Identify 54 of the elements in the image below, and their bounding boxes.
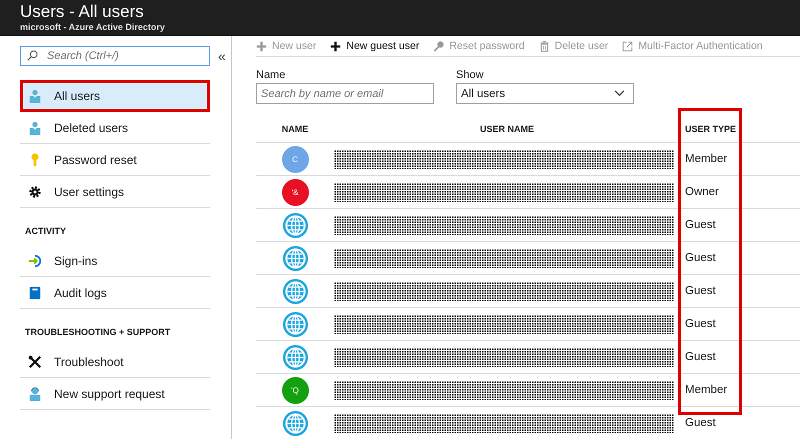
column-header[interactable]: USER TYPE bbox=[680, 124, 736, 134]
user-icon bbox=[28, 88, 42, 102]
name-filter-label: Name bbox=[256, 69, 286, 81]
user-icon bbox=[28, 120, 42, 134]
globe-icon bbox=[282, 244, 308, 272]
trash-icon bbox=[538, 40, 550, 52]
show-dropdown[interactable]: All users bbox=[456, 83, 634, 104]
user-type-cell-text: Guest bbox=[684, 219, 716, 231]
external-link-icon bbox=[622, 40, 634, 52]
avatar: C bbox=[282, 146, 308, 172]
user-type-cell-text: Guest bbox=[684, 417, 716, 429]
column-header[interactable]: NAME bbox=[256, 124, 334, 134]
name-search-field[interactable]: Search by name or email bbox=[256, 83, 434, 104]
book-icon bbox=[28, 286, 42, 300]
avatar: 'Q bbox=[282, 376, 308, 404]
sidebar-item[interactable]: Troubleshoot bbox=[20, 346, 210, 378]
avatar: '& bbox=[282, 178, 308, 206]
globe-icon bbox=[282, 310, 308, 338]
section-heading: ACTIVITY bbox=[25, 226, 68, 238]
sidebar-item[interactable]: Sign-ins bbox=[20, 245, 210, 277]
sidebar-item[interactable]: User settings bbox=[20, 176, 210, 208]
globe-icon bbox=[282, 278, 308, 304]
sidebar-item[interactable]: Audit logs bbox=[20, 277, 210, 309]
sidebar-item[interactable]: Deleted users bbox=[20, 112, 210, 144]
user-type-cell-text: Guest bbox=[684, 318, 716, 330]
window-subtitle: microsoft - Azure Active Directory bbox=[20, 22, 166, 32]
search-field[interactable]: Search (Ctrl+/) bbox=[20, 46, 210, 66]
chevron-down-icon bbox=[614, 90, 625, 97]
toolbar-button[interactable]: New guest user bbox=[330, 40, 420, 52]
user-type-cell-text: Guest bbox=[684, 252, 716, 264]
plus-icon bbox=[330, 40, 342, 52]
search-icon bbox=[27, 50, 38, 61]
user-type-cell-text: Owner bbox=[684, 186, 719, 198]
tools-icon bbox=[28, 354, 42, 368]
globe-icon bbox=[282, 212, 308, 238]
user-type-cell-text: Member bbox=[684, 384, 728, 396]
sidebar-item[interactable]: All users bbox=[20, 80, 210, 112]
gear-icon bbox=[28, 184, 42, 198]
sign-in-icon bbox=[28, 254, 42, 268]
sidebar-item[interactable]: New support request bbox=[20, 378, 210, 410]
show-filter-label: Show bbox=[456, 69, 485, 81]
globe-icon bbox=[282, 410, 308, 436]
user-type-cell-text: Member bbox=[684, 153, 728, 165]
globe-icon bbox=[282, 344, 308, 370]
section-heading: TROUBLESHOOTING + SUPPORT bbox=[25, 327, 172, 339]
plus-icon bbox=[256, 40, 267, 52]
user-type-cell-text: Guest bbox=[684, 285, 716, 297]
collapse-button[interactable]: « bbox=[218, 48, 226, 64]
sidebar-item[interactable]: Password reset bbox=[20, 144, 210, 176]
user-type-cell-text: Guest bbox=[684, 351, 716, 363]
support-icon bbox=[28, 386, 42, 400]
column-header[interactable]: USER NAME bbox=[334, 124, 680, 134]
key-icon bbox=[433, 40, 444, 52]
window-title: Users - All users bbox=[20, 2, 145, 22]
